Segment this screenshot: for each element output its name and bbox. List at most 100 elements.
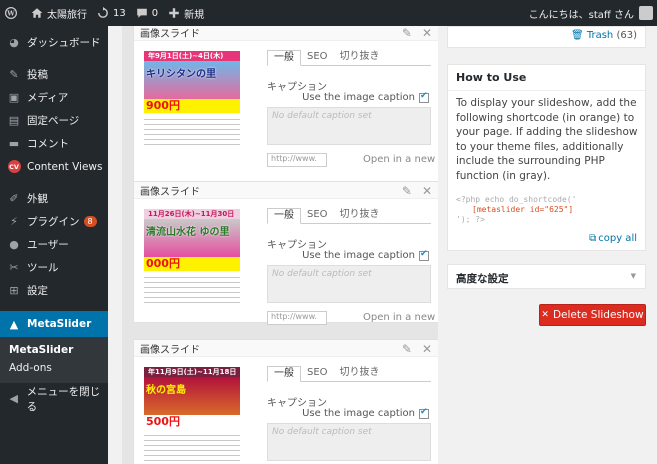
sidebar-item-pages[interactable]: ▤ 固定ページ	[0, 109, 108, 132]
copy-all-link[interactable]: ⧉ copy all	[589, 233, 637, 244]
admin-bar: W 太陽旅行 13 0 新規 こんにちは、staff さん	[0, 0, 657, 26]
sidebar-item-label: 設定	[27, 285, 48, 297]
tab-general[interactable]: 一般	[267, 208, 301, 224]
submenu-item-addons[interactable]: Add-ons	[0, 359, 108, 377]
updates-count: 13	[113, 7, 126, 19]
delete-slideshow-button[interactable]: ✕ Delete Slideshow	[539, 304, 646, 326]
slide-card: 画像スライド ✎ ✕ 11月26日(木)~11月30日(月) 清流山水花 ゆの里…	[133, 181, 438, 325]
use-caption-option[interactable]: Use the image caption	[302, 407, 429, 419]
url-input[interactable]: http://www.	[267, 153, 327, 167]
tab-general[interactable]: 一般	[267, 366, 301, 382]
sidebar-item-media[interactable]: ▣ メディア	[0, 86, 108, 109]
edit-pencil-icon[interactable]: ✎	[402, 342, 412, 356]
sidebar-item-label: メディア	[27, 92, 69, 104]
tab-seo[interactable]: SEO	[301, 366, 334, 381]
trash-label: Trash	[586, 30, 614, 41]
use-caption-checkbox[interactable]	[419, 91, 429, 103]
sidebar-item-label: プラグイン	[27, 216, 80, 228]
sidebar-item-plugins[interactable]: ⚡ プラグイン 8	[0, 210, 108, 233]
flyer-date: 年11月9日(土)~11月18日(日)	[144, 367, 240, 386]
slide-thumbnail[interactable]: 年9月1日(土)~4日(木) キリシタンの里 900円	[144, 51, 240, 147]
tab-crop[interactable]: 切り抜き	[334, 50, 386, 65]
use-caption-checkbox[interactable]	[419, 407, 429, 419]
settings-icon: ⊞	[9, 284, 19, 297]
tab-general[interactable]: 一般	[267, 50, 301, 66]
new-label: 新規	[184, 9, 205, 21]
advanced-settings-panel[interactable]: 高度な設定 ▼	[447, 264, 646, 289]
user-icon: ●	[9, 238, 19, 251]
collapse-icon: ◀	[9, 392, 19, 405]
comment-icon: ▬	[8, 137, 20, 150]
sidebar-item-appearance[interactable]: ✐ 外観	[0, 187, 108, 210]
slide-tabs: 一般 SEO 切り抜き	[267, 366, 431, 382]
sidebar-item-comments[interactable]: ▬ コメント	[0, 132, 108, 155]
tab-seo[interactable]: SEO	[301, 50, 334, 65]
slide-thumbnail[interactable]: 11月26日(木)~11月30日(月) 清流山水花 ゆの里 000円	[144, 209, 240, 305]
slide-title: 画像スライド	[140, 28, 200, 40]
new-content-link[interactable]: 新規	[163, 0, 209, 26]
slide-tabs: 一般 SEO 切り抜き	[267, 208, 431, 224]
greeting: こんにちは、staff さん	[528, 9, 634, 21]
wordpress-logo-button[interactable]: W	[0, 0, 26, 26]
tab-crop[interactable]: 切り抜き	[334, 208, 386, 223]
trash-panel: 🗑 Trash (63)	[447, 26, 646, 48]
sidebar-item-label: 固定ページ	[27, 115, 80, 127]
plugin-update-badge: 8	[83, 216, 97, 227]
flyer-headline: 秋の宮島	[146, 385, 186, 396]
sidebar-item-users[interactable]: ● ユーザー	[0, 233, 108, 256]
close-icon[interactable]: ✕	[422, 184, 432, 198]
use-caption-option[interactable]: Use the image caption	[302, 249, 429, 261]
url-input[interactable]: http://www.	[267, 311, 327, 325]
close-icon[interactable]: ✕	[422, 342, 432, 356]
sidebar-item-posts[interactable]: ✎ 投稿	[0, 63, 108, 86]
caption-textarea[interactable]: No default caption set	[267, 265, 431, 303]
trash-count: (63)	[616, 30, 637, 41]
advanced-settings-title: 高度な設定	[456, 273, 509, 285]
shortcode-block[interactable]: <?php echo do_shortcode(' [metaslider id…	[456, 195, 640, 225]
trash-link[interactable]: 🗑 Trash (63)	[571, 30, 637, 41]
new-window-label[interactable]: Open in a new	[363, 154, 435, 165]
home-icon	[31, 8, 43, 18]
sidebar-item-content-views[interactable]: CV Content Views	[0, 155, 108, 178]
plus-icon	[169, 8, 179, 18]
use-caption-checkbox[interactable]	[419, 249, 429, 261]
admin-sidebar: ◕ ダッシュボード ✎ 投稿 ▣ メディア ▤ 固定ページ ▬ コメント CV …	[0, 26, 108, 464]
updates-link[interactable]: 13	[92, 0, 131, 26]
tab-seo[interactable]: SEO	[301, 208, 334, 223]
close-icon: ✕	[541, 310, 549, 320]
sidebar-item-metaslider[interactable]: ▲ MetaSlider	[0, 311, 108, 337]
comments-link[interactable]: 0	[131, 0, 163, 26]
plugin-icon: ⚡	[10, 215, 18, 228]
slide-header: 画像スライド ✎ ✕	[134, 26, 438, 41]
php-open: <?php echo do_shortcode('	[456, 195, 577, 204]
sidebar-item-label: ユーザー	[27, 239, 69, 251]
collapse-menu-button[interactable]: ◀ メニューを閉じる	[0, 386, 108, 413]
use-caption-option[interactable]: Use the image caption	[302, 91, 429, 103]
caption-label: キャプション	[267, 82, 327, 93]
edit-pencil-icon[interactable]: ✎	[402, 184, 412, 198]
tab-crop[interactable]: 切り抜き	[334, 366, 386, 381]
caption-textarea[interactable]: No default caption set	[267, 423, 431, 461]
close-icon[interactable]: ✕	[422, 26, 432, 40]
slide-thumbnail[interactable]: 年11月9日(土)~11月18日(日) 秋の宮島 500円	[144, 367, 240, 463]
caption-textarea[interactable]: No default caption set	[267, 107, 431, 145]
svg-text:W: W	[6, 9, 15, 17]
submenu-item-metaslider[interactable]: MetaSlider	[0, 341, 108, 359]
slide-title: 画像スライド	[140, 344, 200, 356]
slide-card: 画像スライド ✎ ✕ 年9月1日(土)~4日(木) キリシタンの里 900円 一…	[133, 26, 438, 190]
slides-list: 画像スライド ✎ ✕ 年9月1日(土)~4日(木) キリシタンの里 900円 一…	[122, 26, 438, 464]
trash-icon: 🗑	[570, 30, 584, 41]
use-caption-label: Use the image caption	[302, 92, 415, 103]
slide-header: 画像スライド ✎ ✕	[134, 182, 438, 199]
sidebar-item-tools[interactable]: ✂ ツール	[0, 256, 108, 279]
site-name-link[interactable]: 太陽旅行	[26, 0, 92, 26]
how-to-use-title: How to Use	[456, 71, 527, 84]
main-content: 画像スライド ✎ ✕ 年9月1日(土)~4日(木) キリシタンの里 900円 一…	[108, 26, 657, 464]
my-account[interactable]: こんにちは、staff さん	[529, 0, 653, 26]
sidebar-item-settings[interactable]: ⊞ 設定	[0, 279, 108, 302]
cv-icon: CV	[7, 160, 21, 174]
sidebar-item-dashboard[interactable]: ◕ ダッシュボード	[0, 31, 108, 54]
collapse-label: メニューを閉じる	[26, 385, 101, 413]
new-window-label[interactable]: Open in a new	[363, 312, 435, 323]
edit-pencil-icon[interactable]: ✎	[402, 26, 412, 40]
